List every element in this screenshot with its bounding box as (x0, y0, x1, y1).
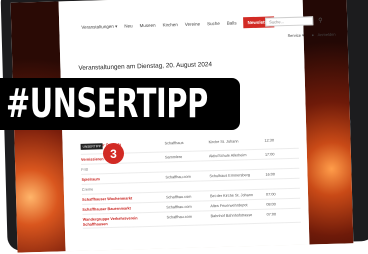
search-icon[interactable]: ⚲ (318, 17, 323, 24)
event-organizer: Sammlere (164, 155, 183, 160)
search-placeholder: Suche... (269, 19, 284, 25)
event-location: Bei der Kirche St. Johann (210, 193, 254, 199)
event-title[interactable]: Wandergruppe Verkehrsverein Schaffhausen (83, 216, 163, 228)
search-input[interactable]: Suche... (265, 16, 314, 27)
user-icon: ● (311, 32, 315, 38)
nav-item-museen[interactable]: Museen (140, 23, 156, 28)
nav-item-veranstaltungen[interactable]: Veranstaltungen ▾ (81, 23, 117, 30)
event-location: Schulhaus Emmersberg (209, 173, 251, 179)
event-location: Altes Feuerwehrdepot (210, 203, 248, 209)
nav-item-vereine[interactable]: Vereine (185, 21, 200, 26)
login-link[interactable]: Anmelden (318, 32, 336, 38)
event-time: 12:30 (264, 138, 275, 143)
nav-item-kirchen[interactable]: Kirchen (163, 22, 178, 27)
nav-item-suche[interactable]: Suche (207, 21, 220, 26)
event-organizer: Schaffhau.com (166, 214, 192, 220)
event-title[interactable]: Schaffhauser Wochenmarkt (82, 196, 132, 201)
event-time: 16:00 (265, 172, 276, 177)
event-location: Aktiv/Schule Allerheim (208, 153, 247, 159)
number-badge: 3 (103, 143, 124, 164)
event-title[interactable]: Vernissieren (81, 157, 104, 162)
nav-item-neu[interactable]: Neu (124, 23, 132, 28)
event-organizer: Schaffhaus (164, 140, 184, 146)
nav-item-balls[interactable]: Balls (227, 20, 237, 25)
tipp-tag: UNSERTIPP (80, 143, 103, 150)
service-menu[interactable]: Service ▾ (288, 33, 305, 38)
event-organizer: Schaffhau.com (166, 204, 192, 210)
event-title[interactable]: Spielraum (81, 177, 99, 182)
event-time: 07:00 (265, 192, 276, 197)
tablet-mockup: Veranstaltungen ▾ Neu Museen Kirchen Ver… (0, 0, 368, 254)
event-time: 08:00 (266, 202, 276, 207)
event-title[interactable]: Schaffhauser Bauernmarkt (82, 206, 131, 211)
event-organizer: Schaffhau.com (166, 194, 192, 200)
banner-text: #UNSERTIPP (6, 81, 208, 127)
event-time: 17:00 (264, 152, 275, 157)
event-location: Kirche St. Johann (208, 139, 239, 145)
event-organizer: Schaffhau.com (165, 174, 191, 180)
page-title: Veranstaltungen am Dienstag, 20. August … (78, 61, 213, 72)
event-time: 07:00 (266, 212, 277, 217)
event-location: Bahnhof Bahnhofstrasse (210, 213, 253, 219)
unsertipp-banner: #UNSERTIPP (0, 78, 240, 130)
